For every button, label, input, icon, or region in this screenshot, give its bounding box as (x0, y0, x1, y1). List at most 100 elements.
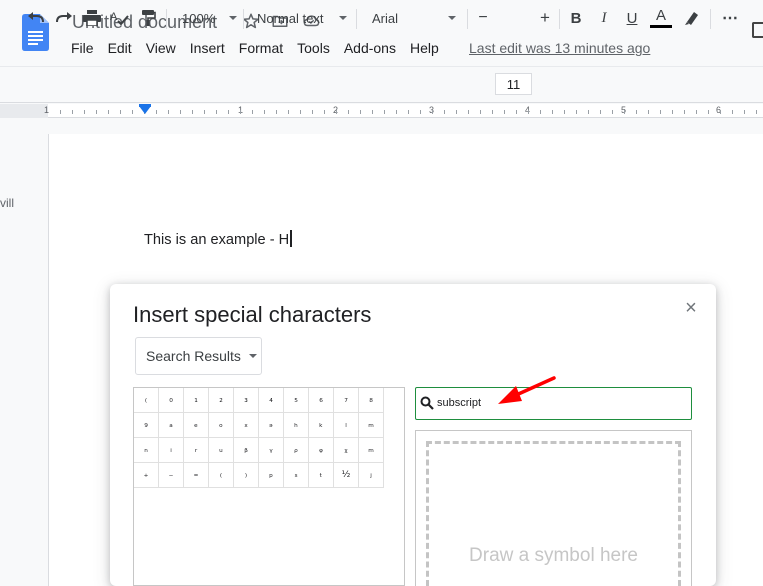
text-color-button[interactable]: A (650, 6, 672, 30)
character-cell[interactable]: ₑ (184, 413, 209, 438)
redo-icon[interactable] (53, 6, 75, 30)
ruler-tick (360, 110, 361, 114)
print-icon[interactable] (81, 6, 103, 30)
character-cell[interactable]: ₚ (259, 463, 284, 488)
ruler-tick (132, 110, 133, 114)
character-cell[interactable]: ₀ (159, 388, 184, 413)
ruler-tick (288, 110, 289, 114)
character-cell[interactable]: ₇ (334, 388, 359, 413)
character-cell[interactable]: ₛ (284, 463, 309, 488)
character-cell[interactable]: ⅟₂ (334, 463, 359, 488)
ruler-tick (276, 110, 277, 114)
increase-font-size-button[interactable]: + (536, 6, 554, 30)
last-edit-link[interactable]: Last edit was 13 minutes ago (469, 39, 650, 57)
ruler-tick (660, 110, 661, 114)
character-cell[interactable]: ᵩ (309, 438, 334, 463)
character-cell[interactable]: ₎ (234, 463, 259, 488)
character-cell[interactable]: ₆ (309, 388, 334, 413)
character-cell[interactable]: ₖ (309, 413, 334, 438)
outline-text: vill (0, 196, 14, 210)
italic-button[interactable]: I (594, 6, 614, 30)
ruler-tick (612, 110, 613, 114)
ruler-tick (204, 110, 205, 114)
character-cell[interactable]: ₊ (134, 463, 159, 488)
character-cell[interactable]: ₃ (234, 388, 259, 413)
menu-add-ons[interactable]: Add-ons (337, 39, 403, 57)
character-cell[interactable]: ₋ (159, 463, 184, 488)
character-cell[interactable]: ₌ (184, 463, 209, 488)
character-cell[interactable]: ₐ (159, 413, 184, 438)
ruler-tick (324, 110, 325, 114)
chevron-down-icon (248, 354, 257, 358)
menu-tools[interactable]: Tools (290, 39, 337, 57)
ruler-tick (192, 110, 193, 114)
ruler-tick (444, 110, 445, 114)
font-size-input[interactable]: 11 (495, 73, 532, 95)
more-options-button[interactable]: ⋯ (719, 6, 741, 30)
decrease-font-size-button[interactable]: − (474, 6, 492, 30)
character-cell[interactable]: ₕ (284, 413, 309, 438)
ruler-tick (180, 110, 181, 114)
character-cell[interactable]: ₔ (259, 413, 284, 438)
ruler-tick (492, 110, 493, 114)
ruler-tick (372, 110, 373, 114)
zoom-select[interactable]: 100% (182, 6, 238, 30)
menu-format[interactable]: Format (232, 39, 290, 57)
character-cell[interactable]: ₙ (134, 438, 159, 463)
spellcheck-icon[interactable]: A (109, 6, 131, 30)
document-text-line[interactable]: This is an example - H (144, 230, 293, 248)
character-cell[interactable]: ⱼ (359, 463, 384, 488)
character-cell[interactable]: ₉ (134, 413, 159, 438)
ruler-tick (264, 110, 265, 114)
category-select[interactable]: Search Results (135, 337, 262, 375)
character-cell[interactable]: ᵣ (184, 438, 209, 463)
character-cell[interactable]: ₁ (184, 388, 209, 413)
menu-insert[interactable]: Insert (183, 39, 232, 57)
comment-history-icon[interactable] (752, 22, 763, 38)
character-cell[interactable]: ᵨ (284, 438, 309, 463)
ruler-tick (336, 110, 337, 114)
paragraph-style-select[interactable]: Normal text (257, 6, 348, 30)
character-cell[interactable]: ₍ (209, 463, 234, 488)
character-cell[interactable]: ₅ (284, 388, 309, 413)
menu-edit[interactable]: Edit (101, 39, 139, 57)
menu-help[interactable]: Help (403, 39, 446, 57)
undo-icon[interactable] (25, 6, 47, 30)
character-cell[interactable]: ᵪ (334, 438, 359, 463)
menu-file[interactable]: File (64, 39, 101, 57)
ruler-number: 1 (44, 105, 50, 115)
ruler-tick (516, 110, 517, 114)
ruler-tick (684, 110, 685, 114)
character-cell[interactable]: ₒ (209, 413, 234, 438)
ruler-tick (156, 110, 157, 114)
ruler-tick (696, 110, 697, 114)
character-cell[interactable]: ᵢ (159, 438, 184, 463)
character-cell[interactable]: ₘ (359, 413, 384, 438)
character-cell[interactable]: ₜ (309, 463, 334, 488)
highlight-icon[interactable] (682, 6, 702, 30)
underline-button[interactable]: U (622, 6, 642, 30)
paint-format-icon[interactable] (137, 6, 159, 30)
character-cell[interactable]: ₂ (209, 388, 234, 413)
bold-button[interactable]: B (566, 6, 586, 30)
character-cell[interactable]: ₈ (359, 388, 384, 413)
menu-view[interactable]: View (139, 39, 183, 57)
character-cell[interactable]: ₄ (259, 388, 284, 413)
font-select[interactable]: Arial (372, 6, 457, 30)
character-cell[interactable]: ₗ (334, 413, 359, 438)
menu-bar: File Edit View Insert Format Tools Add-o… (64, 39, 446, 57)
character-cell[interactable]: ₘ (359, 438, 384, 463)
paragraph-style-value: Normal text (257, 10, 324, 26)
close-icon[interactable]: × (682, 297, 700, 319)
character-cell[interactable]: ₍ (134, 388, 159, 413)
ruler-tick (564, 110, 565, 114)
ruler-tick (96, 110, 97, 114)
chevron-down-icon (229, 16, 238, 20)
character-cell[interactable]: ᵤ (209, 438, 234, 463)
character-cell[interactable]: ₓ (234, 413, 259, 438)
character-cell[interactable]: ᵦ (234, 438, 259, 463)
ruler-tick (84, 110, 85, 114)
ruler-tick (756, 110, 757, 114)
character-cell[interactable]: ᵧ (259, 438, 284, 463)
left-indent-handle[interactable] (139, 106, 151, 114)
